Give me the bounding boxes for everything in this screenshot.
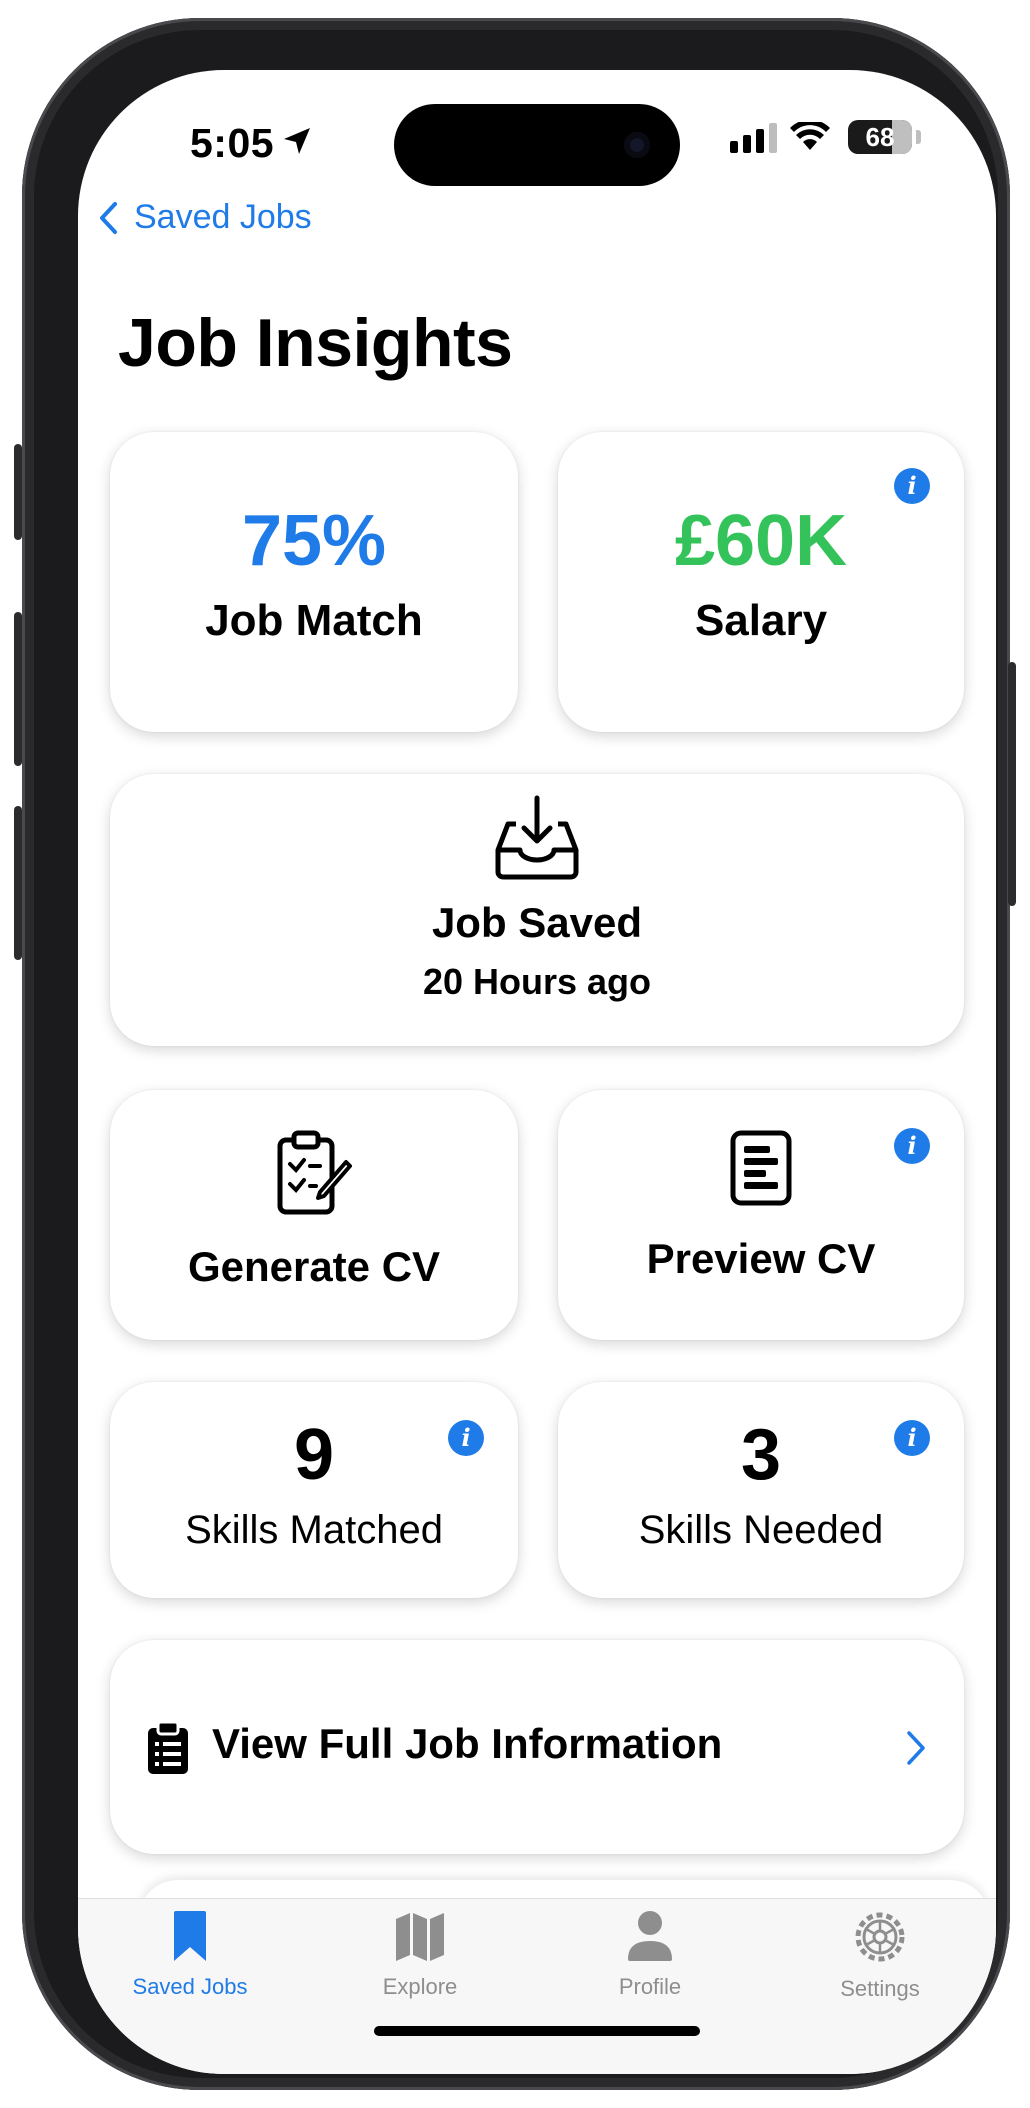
salary-card[interactable]: i £60K Salary [558, 432, 964, 732]
battery-icon: 68 [848, 120, 912, 154]
tab-label: Profile [618, 1974, 682, 1999]
dynamic-island [394, 104, 680, 186]
skills-needed-label: Skills Needed [638, 1508, 884, 1552]
battery-cap [916, 130, 921, 144]
battery-level: 68 [865, 122, 895, 152]
info-icon[interactable]: i [894, 1420, 930, 1456]
power-button [1008, 662, 1016, 906]
view-full-job-label: View Full Job Information [212, 1720, 723, 1767]
info-icon[interactable]: i [448, 1420, 484, 1456]
chevron-right-icon [907, 1731, 925, 1765]
generate-cv-label: Generate CV [187, 1243, 441, 1290]
job-saved-label: Job Saved [431, 899, 643, 946]
skills-matched-card[interactable]: i 9 Skills Matched [110, 1382, 518, 1598]
skills-needed-card[interactable]: i 3 Skills Needed [558, 1382, 964, 1598]
clipboard-edit-icon [277, 1130, 352, 1215]
volume-down-button [14, 806, 22, 960]
preview-cv-label: Preview CV [646, 1235, 876, 1282]
screen: 5:05 68 Saved Jobs Job Insights 75% Job … [78, 70, 996, 2074]
job-saved-time: 20 Hours ago [422, 961, 652, 1002]
page-title: Job Insights [118, 305, 513, 381]
job-match-value: 75% [241, 501, 387, 581]
phone-frame: 5:05 68 Saved Jobs Job Insights 75% Job … [22, 18, 1010, 2090]
tab-bar: Saved Jobs Explore Profile Settings [78, 1898, 996, 2074]
tab-profile[interactable]: Profile [550, 1909, 750, 2000]
person-icon [628, 1911, 672, 1961]
view-full-job-button[interactable]: View Full Job Information [110, 1640, 964, 1854]
info-icon[interactable]: i [894, 1128, 930, 1164]
document-icon [730, 1130, 792, 1206]
home-indicator[interactable] [374, 2026, 700, 2036]
action-button [14, 444, 22, 540]
map-icon [396, 1913, 444, 1961]
preview-cv-card[interactable]: i Preview CV [558, 1090, 964, 1340]
inbox-download-icon [495, 795, 579, 880]
status-time: 5:05 [190, 120, 275, 166]
volume-up-button [14, 612, 22, 766]
generate-cv-card[interactable]: Generate CV [110, 1090, 518, 1340]
location-arrow-icon [284, 128, 310, 154]
job-match-label: Job Match [205, 596, 423, 645]
skills-matched-label: Skills Matched [185, 1508, 443, 1552]
clipboard-icon [148, 1720, 188, 1774]
salary-label: Salary [694, 596, 828, 645]
info-icon[interactable]: i [894, 468, 930, 504]
tab-saved-jobs[interactable]: Saved Jobs [90, 1909, 290, 2000]
bookmark-icon [174, 1911, 206, 1961]
job-saved-card[interactable]: Job Saved 20 Hours ago [110, 774, 964, 1046]
wifi-icon [790, 122, 830, 150]
salary-value: £60K [674, 501, 848, 581]
tab-label: Explore [382, 1974, 458, 1999]
back-button[interactable]: Saved Jobs [98, 198, 312, 237]
chevron-left-icon [100, 201, 117, 234]
tab-label: Settings [840, 1976, 920, 2001]
gear-icon [855, 1912, 905, 1962]
cellular-signal-icon [730, 123, 777, 153]
tab-label: Saved Jobs [132, 1974, 248, 1999]
tab-settings[interactable]: Settings [780, 1909, 980, 2002]
back-label: Saved Jobs [134, 198, 312, 236]
camera-icon [624, 132, 650, 158]
job-match-card[interactable]: 75% Job Match [110, 432, 518, 732]
tab-explore[interactable]: Explore [320, 1909, 520, 2000]
